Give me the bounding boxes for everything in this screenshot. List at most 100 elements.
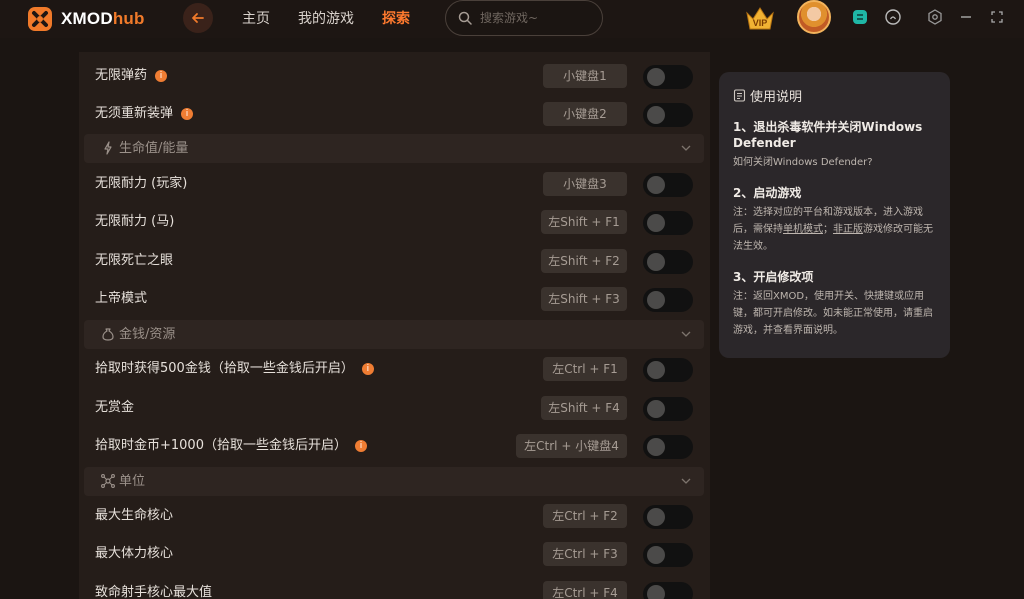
cheat-label: 无限弹药 i xyxy=(95,57,168,95)
top-bar: XMODhub 主页 我的游戏 探索 VIP xyxy=(0,0,1024,38)
cheat-row: 最大生命核心 左Ctrl + F2 xyxy=(79,497,710,535)
cheat-row: 无须重新装弹 i 小键盘2 xyxy=(79,95,710,133)
cheat-toggle[interactable] xyxy=(643,103,693,127)
hotkey-button[interactable]: 左Ctrl + F4 xyxy=(543,581,627,599)
cheat-label: 无限死亡之眼 xyxy=(95,253,174,268)
nav-home[interactable]: 主页 xyxy=(242,0,270,36)
settings-icon[interactable] xyxy=(926,8,944,26)
user-avatar[interactable] xyxy=(797,0,831,34)
guide-step-3: 3、开启修改项 注：返回XMOD，使用开关、快捷键或应用键，都可开启修改。如未能… xyxy=(733,269,936,339)
toggle-knob xyxy=(647,214,665,232)
cheat-row: 无限弹药 i 小键盘1 xyxy=(79,57,710,95)
toggle-knob xyxy=(647,438,665,456)
hotkey-button[interactable]: 小键盘1 xyxy=(543,64,627,88)
cheat-toggle[interactable] xyxy=(643,250,693,274)
cheat-label: 无赏金 xyxy=(95,400,135,415)
guide-step-2: 2、启动游戏 注：选择对应的平台和游戏版本，进入游戏后，需保持单机模式；非正版游… xyxy=(733,185,936,255)
hotkey-button[interactable]: 左Shift + F3 xyxy=(541,287,627,311)
nav-explore[interactable]: 探索 xyxy=(382,0,410,36)
cheat-label: 致命射手核心最大值 xyxy=(95,585,213,599)
search-box[interactable] xyxy=(445,0,603,36)
qq-icon[interactable] xyxy=(884,8,902,26)
chevron-down-icon[interactable] xyxy=(679,327,693,341)
toggle-knob xyxy=(647,400,665,418)
toggle-knob xyxy=(647,291,665,309)
arrow-left-icon xyxy=(192,13,204,23)
info-icon[interactable]: i xyxy=(181,107,194,120)
usage-guide-card: 使用说明 1、退出杀毒软件并关闭Windows Defender 如何关闭Win… xyxy=(719,72,950,358)
cheat-label: 无限耐力 (玩家) xyxy=(95,176,188,191)
svg-text:VIP: VIP xyxy=(753,18,768,28)
cheat-row: 上帝模式 左Shift + F3 xyxy=(79,280,710,318)
hotkey-button[interactable]: 小键盘2 xyxy=(543,102,627,126)
section-units-header[interactable]: 单位 xyxy=(84,467,704,496)
money-bag-icon xyxy=(102,328,114,341)
cheat-label: 拾取时金币+1000（拾取一些金钱后开启） i xyxy=(95,427,367,465)
section-health-header[interactable]: 生命值/能量 xyxy=(84,134,704,163)
cheat-label: 上帝模式 xyxy=(95,291,148,306)
section-label: 生命值/能量 xyxy=(119,141,189,156)
app-name: XMODhub xyxy=(61,9,145,28)
cheat-toggle[interactable] xyxy=(643,505,693,529)
guide-title: 使用说明 xyxy=(733,86,936,105)
guide-title-text: 使用说明 xyxy=(750,90,803,105)
cheat-row: 无限死亡之眼 左Shift + F2 xyxy=(79,242,710,280)
hotkey-button[interactable]: 左Shift + F1 xyxy=(541,210,627,234)
chevron-down-icon[interactable] xyxy=(679,474,693,488)
cheat-toggle[interactable] xyxy=(643,397,693,421)
hotkey-button[interactable]: 左Ctrl + F2 xyxy=(543,504,627,528)
step-title: 2、启动游戏 xyxy=(733,186,802,200)
toggle-knob xyxy=(647,361,665,379)
info-icon[interactable]: i xyxy=(155,69,168,82)
cheat-label: 无限耐力 (马) xyxy=(95,214,175,229)
hotkey-button[interactable]: 左Ctrl + 小键盘4 xyxy=(516,434,627,458)
cheat-toggle[interactable] xyxy=(643,543,693,567)
cheat-toggle[interactable] xyxy=(643,65,693,89)
cheat-row: 无限耐力 (玩家) 小键盘3 xyxy=(79,165,710,203)
back-button[interactable] xyxy=(183,3,213,33)
cheat-row: 最大体力核心 左Ctrl + F3 xyxy=(79,535,710,573)
app-logo[interactable]: XMODhub xyxy=(27,6,145,32)
hotkey-button[interactable]: 左Ctrl + F3 xyxy=(543,542,627,566)
chevron-down-icon[interactable] xyxy=(679,141,693,155)
guide-step-1: 1、退出杀毒软件并关闭Windows Defender 如何关闭Windows … xyxy=(733,119,936,171)
cheat-row: 致命射手核心最大值 左Ctrl + F4 xyxy=(79,574,710,599)
maximize-icon[interactable] xyxy=(988,8,1006,26)
step-body: 注：返回XMOD，使用开关、快捷键或应用键，都可开启修改。如未能正常使用，请重启… xyxy=(733,291,933,336)
search-icon xyxy=(458,11,472,25)
section-label: 单位 xyxy=(119,474,146,489)
hotkey-button[interactable]: 左Shift + F4 xyxy=(541,396,627,420)
search-input[interactable] xyxy=(480,11,590,25)
cheat-row: 拾取时获得500金钱（拾取一些金钱后开启） i 左Ctrl + F1 xyxy=(79,350,710,388)
section-label: 金钱/资源 xyxy=(119,327,176,342)
cheat-toggle[interactable] xyxy=(643,358,693,382)
nav-my-games[interactable]: 我的游戏 xyxy=(298,0,354,36)
section-money-header[interactable]: 金钱/资源 xyxy=(84,320,704,349)
cheat-toggle[interactable] xyxy=(643,211,693,235)
toggle-knob xyxy=(647,546,665,564)
document-icon xyxy=(733,89,746,102)
cheat-label: 最大生命核心 xyxy=(95,508,174,523)
cheat-toggle[interactable] xyxy=(643,173,693,197)
cheat-toggle[interactable] xyxy=(643,435,693,459)
toggle-knob xyxy=(647,106,665,124)
network-icon xyxy=(101,474,115,488)
toggle-knob xyxy=(647,508,665,526)
cheat-label: 最大体力核心 xyxy=(95,546,174,561)
toggle-knob xyxy=(647,585,665,599)
info-icon[interactable]: i xyxy=(354,439,367,452)
cheat-label: 拾取时获得500金钱（拾取一些金钱后开启） i xyxy=(95,350,374,388)
vip-badge-icon[interactable]: VIP xyxy=(744,3,776,33)
non-genuine-link[interactable]: 非正版 xyxy=(833,224,863,235)
single-player-mode-link[interactable]: 单机模式 xyxy=(783,224,823,235)
info-icon[interactable]: i xyxy=(361,362,374,375)
hotkey-button[interactable]: 左Ctrl + F1 xyxy=(543,357,627,381)
hotkey-button[interactable]: 左Shift + F2 xyxy=(541,249,627,273)
cheat-toggle[interactable] xyxy=(643,288,693,312)
xmod-logo-icon xyxy=(28,7,52,31)
minimize-icon[interactable] xyxy=(957,8,975,26)
defender-help-link[interactable]: 如何关闭Windows Defender? xyxy=(733,154,936,171)
cheat-toggle[interactable] xyxy=(643,582,693,599)
chat-icon[interactable] xyxy=(851,8,869,26)
hotkey-button[interactable]: 小键盘3 xyxy=(543,172,627,196)
